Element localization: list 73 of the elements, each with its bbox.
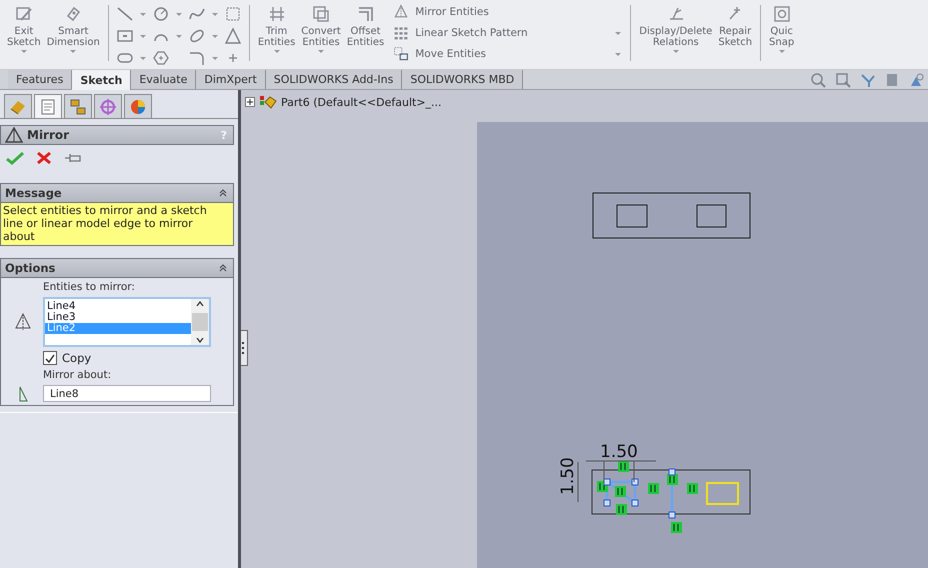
pattern-icon	[393, 25, 410, 41]
caret-icon[interactable]	[176, 34, 182, 38]
dimension-text[interactable]: 1.50	[600, 442, 638, 462]
circle-icon[interactable]	[152, 5, 170, 23]
part-icon	[259, 94, 277, 110]
ribbon-button[interactable]: Smart Dimension	[44, 3, 103, 69]
splitter-handle[interactable]	[241, 330, 248, 366]
caret-icon[interactable]	[176, 12, 182, 16]
convert-icon	[311, 4, 332, 24]
ribbon-tab[interactable]: SOLIDWORKS MBD	[402, 70, 524, 89]
checkmark-icon	[45, 354, 55, 362]
ribbon-tab[interactable]: Sketch	[72, 70, 132, 91]
list-item[interactable]: Line4	[45, 301, 191, 312]
ellipse-icon[interactable]	[188, 27, 206, 45]
field-label: Entities to mirror:	[43, 281, 135, 293]
mirror-icon	[5, 127, 23, 143]
expand-icon[interactable]	[245, 97, 255, 107]
ribbon-tab[interactable]: DimXpert	[196, 70, 266, 89]
ribbon-button[interactable]: Mirror Entities	[393, 3, 626, 21]
caret-icon[interactable]	[212, 56, 218, 60]
panel-tab[interactable]	[34, 94, 62, 118]
ribbon-tab[interactable]: Evaluate	[131, 70, 196, 89]
ribbon-button[interactable]: Exit Sketch	[4, 3, 44, 69]
copy-checkbox[interactable]: Copy	[43, 351, 92, 365]
panel-title: Mirror	[27, 128, 70, 142]
ribbon-tab[interactable]: Features	[8, 70, 72, 89]
configuration-icon	[68, 96, 88, 116]
ribbon-button[interactable]: Convert Entities	[298, 3, 344, 69]
polygon-icon[interactable]	[152, 49, 170, 67]
scroll-up-icon[interactable]	[196, 301, 204, 306]
section-header[interactable]: Options	[1, 258, 233, 278]
collapse-icon[interactable]	[219, 189, 227, 197]
move-icon	[393, 46, 410, 62]
ribbon-button[interactable]: Display/Delete Relations	[636, 3, 716, 69]
close-icon[interactable]	[36, 151, 52, 165]
panel-tab[interactable]	[94, 94, 122, 118]
ribbon-button[interactable]: Quic Snap	[766, 3, 798, 69]
scroll-down-icon[interactable]	[196, 338, 204, 343]
tree-item[interactable]: Part6 (Default<<Default>_...	[281, 96, 442, 108]
mirror-icon	[393, 4, 410, 20]
caret-icon[interactable]	[212, 34, 218, 38]
ribbon-button[interactable]: Trim Entities	[254, 3, 298, 69]
caret-icon[interactable]	[140, 12, 146, 16]
section-header[interactable]: Message	[1, 183, 233, 203]
triangle-icon[interactable]	[224, 27, 242, 45]
panel-tab[interactable]	[64, 94, 92, 118]
ribbon-button[interactable]: Move Entities	[393, 45, 626, 63]
crosshair-icon	[98, 96, 118, 116]
mirror-icon	[15, 313, 31, 331]
snap-icon	[772, 4, 792, 24]
message-text: Select entities to mirror and a sketch line or linear model edge to mirror about	[1, 203, 233, 245]
dotted-square-icon[interactable]	[224, 5, 242, 23]
section-title: Message	[5, 186, 63, 200]
field-label: Mirror about:	[43, 369, 112, 381]
panel-tab[interactable]	[124, 94, 152, 118]
ribbon-button[interactable]: Repair Sketch	[715, 3, 756, 69]
dimension-text[interactable]: 1.50	[558, 457, 578, 495]
ribbon-tab[interactable]: SOLIDWORKS Add-Ins	[266, 70, 402, 89]
section-title: Options	[5, 261, 56, 275]
caret-icon[interactable]	[140, 34, 146, 38]
collapse-icon[interactable]	[219, 264, 227, 272]
list-box[interactable]: Line4 Line3 Line2	[43, 297, 211, 347]
input-field[interactable]: Line8	[43, 385, 211, 402]
list-item[interactable]: Line3	[45, 312, 191, 323]
panel-tab[interactable]	[4, 94, 32, 118]
pin-icon[interactable]	[64, 151, 82, 165]
caret-icon[interactable]	[212, 12, 218, 16]
caret-icon[interactable]	[140, 56, 146, 60]
checkmark-icon[interactable]	[6, 151, 24, 165]
ribbon-button[interactable]: Linear Sketch Pattern	[393, 24, 626, 42]
ribbon-button[interactable]: Offset Entities	[344, 3, 388, 69]
zoom-area-icon[interactable]	[835, 72, 851, 88]
zoom-icon[interactable]	[810, 72, 826, 88]
